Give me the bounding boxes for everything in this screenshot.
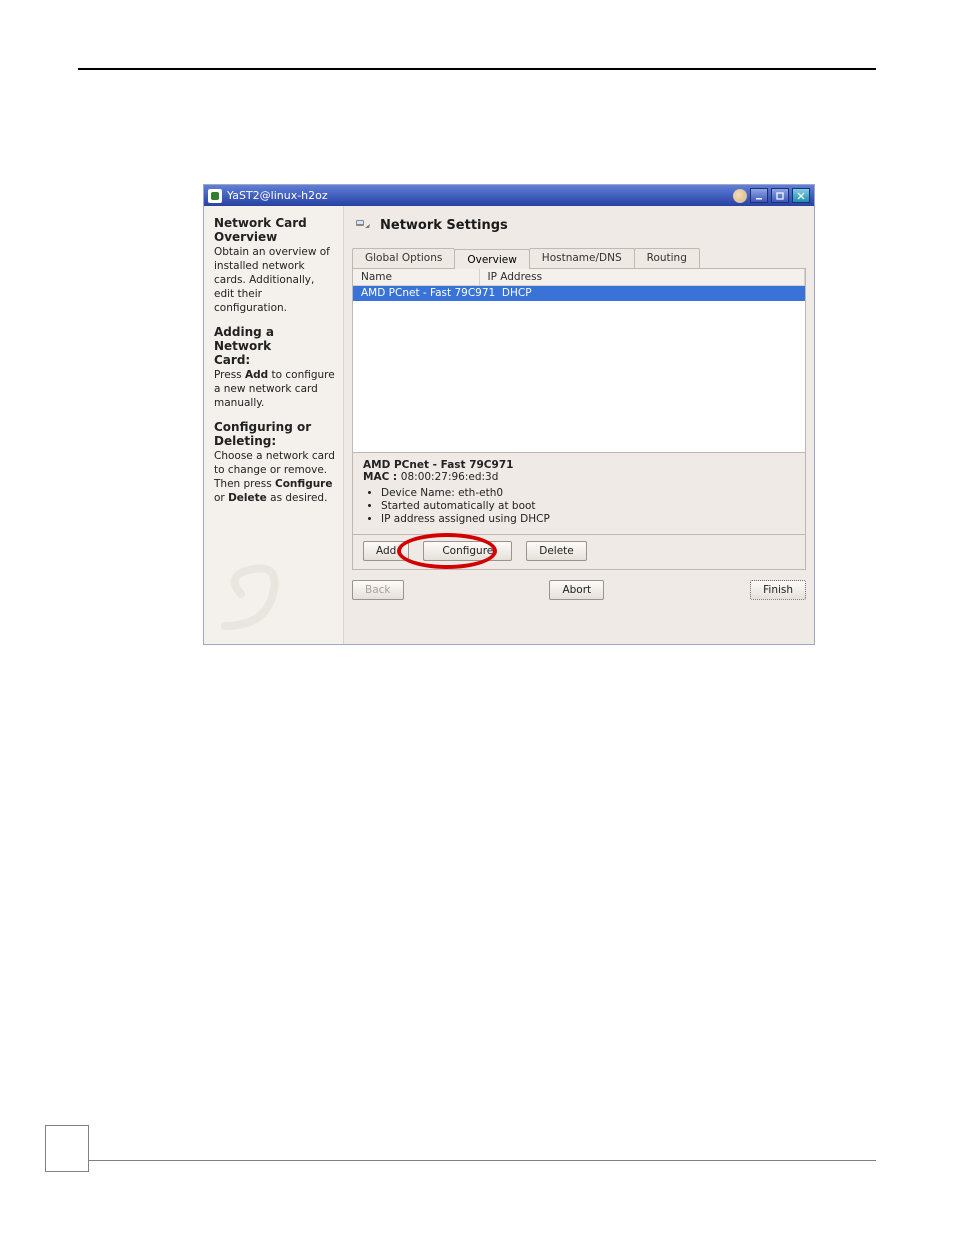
session-icon xyxy=(733,189,747,203)
sidebar-heading-configuring: Configuring or Deleting: xyxy=(214,420,335,448)
page-number-box xyxy=(45,1125,89,1172)
action-button-row: Add Configure Delete xyxy=(352,535,806,570)
app-icon xyxy=(208,189,222,203)
main-content: Network Settings Global Options Overview… xyxy=(344,206,814,644)
bottom-horizontal-rule xyxy=(78,1160,876,1161)
tab-hostname-dns[interactable]: Hostname/DNS xyxy=(529,248,635,268)
add-button[interactable]: Add xyxy=(363,541,409,561)
tab-routing[interactable]: Routing xyxy=(634,248,700,268)
minimize-icon xyxy=(755,192,763,200)
network-cards-table[interactable]: Name IP Address AMD PCnet - Fast 79C971 … xyxy=(352,269,806,453)
close-icon xyxy=(797,192,805,200)
delete-button[interactable]: Delete xyxy=(526,541,587,561)
sidebar-heading-adding: Adding a Network Card: xyxy=(214,325,335,367)
abort-button[interactable]: Abort xyxy=(549,580,604,600)
details-mac: MAC : 08:00:27:96:ed:3d xyxy=(363,471,795,483)
row-name-cell: AMD PCnet - Fast 79C971 xyxy=(361,287,495,299)
window-title: YaST2@linux-h2oz xyxy=(227,189,727,202)
decorative-swirl-icon xyxy=(212,554,302,634)
tab-bar: Global Options Overview Hostname/DNS Rou… xyxy=(352,248,806,269)
details-startup: Started automatically at boot xyxy=(381,500,795,513)
top-horizontal-rule xyxy=(78,68,876,70)
network-settings-icon xyxy=(354,216,372,234)
help-sidebar: Network Card Overview Obtain an overview… xyxy=(204,206,344,644)
titlebar[interactable]: YaST2@linux-h2oz xyxy=(204,185,814,206)
close-button[interactable] xyxy=(792,188,810,203)
card-details-panel: AMD PCnet - Fast 79C971 MAC : 08:00:27:9… xyxy=(352,453,806,535)
configure-button[interactable]: Configure xyxy=(423,541,512,561)
table-header-row: Name IP Address xyxy=(353,269,805,286)
sidebar-adding-text: Press Add to configure a new network car… xyxy=(214,368,335,410)
tab-global-options[interactable]: Global Options xyxy=(352,248,455,268)
sidebar-overview-text: Obtain an overview of installed network … xyxy=(214,245,335,315)
details-ip-method: IP address assigned using DHCP xyxy=(381,513,795,526)
tab-overview[interactable]: Overview xyxy=(454,249,529,269)
sidebar-heading-overview: Network Card Overview xyxy=(214,216,335,244)
col-header-name[interactable]: Name xyxy=(353,269,479,286)
details-device-name: Device Name: eth-eth0 xyxy=(381,487,795,500)
col-header-ip[interactable]: IP Address xyxy=(479,269,805,286)
minimize-button[interactable] xyxy=(750,188,768,203)
back-button: Back xyxy=(352,580,404,600)
page-heading: Network Settings xyxy=(380,218,508,233)
maximize-icon xyxy=(776,192,784,200)
row-ip-cell: DHCP xyxy=(502,287,532,299)
wizard-button-row: Back Abort Finish xyxy=(352,580,806,600)
table-row[interactable]: AMD PCnet - Fast 79C971 DHCP xyxy=(353,286,805,301)
yast-window: YaST2@linux-h2oz Network Card Overview xyxy=(203,184,815,645)
sidebar-configuring-text: Choose a network card to change or remov… xyxy=(214,449,335,505)
finish-button[interactable]: Finish xyxy=(750,580,806,600)
details-title: AMD PCnet - Fast 79C971 xyxy=(363,459,795,471)
maximize-button[interactable] xyxy=(771,188,789,203)
